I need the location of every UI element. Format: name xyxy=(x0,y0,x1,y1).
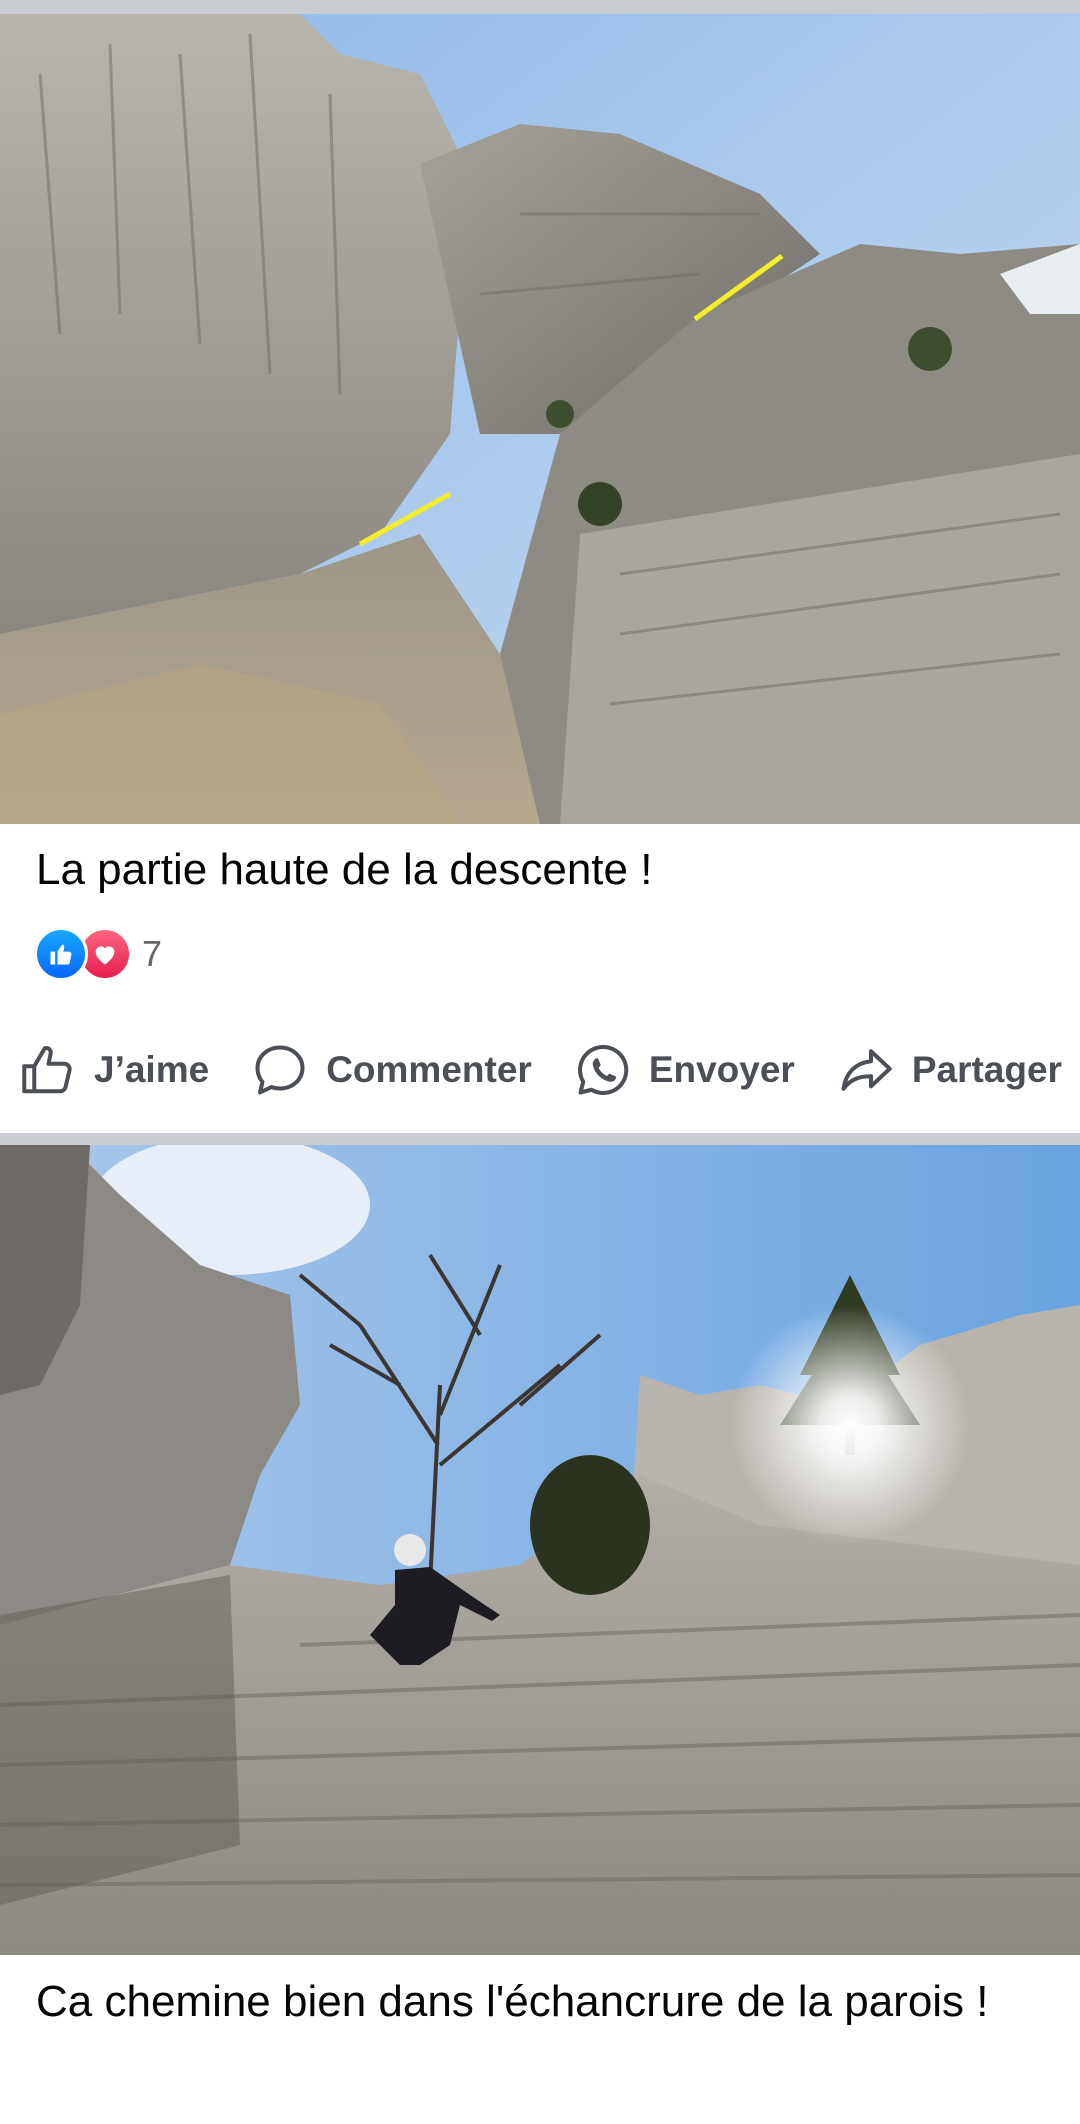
share-button[interactable]: Partager xyxy=(836,1040,1062,1100)
mountain-cliff-image xyxy=(0,14,1080,824)
post-photo-2[interactable] xyxy=(0,1145,1080,1955)
thumbs-up-icon xyxy=(22,1046,72,1094)
send-label: Envoyer xyxy=(648,1049,795,1090)
climber-gully-image xyxy=(0,1145,1080,1955)
post-caption-1: La partie haute de la descente ! xyxy=(36,845,653,894)
post-photo-1[interactable] xyxy=(0,14,1080,824)
send-whatsapp-button[interactable]: Envoyer xyxy=(573,1040,795,1100)
post-actions-bar: J’aime Commenter Envoyer Partager xyxy=(0,1030,1080,1110)
reaction-count: 7 xyxy=(142,933,163,974)
reaction-summary[interactable]: 7 xyxy=(34,927,163,981)
like-icon xyxy=(34,927,88,981)
share-arrow-icon xyxy=(841,1049,892,1091)
share-label: Partager xyxy=(911,1049,1062,1090)
post-caption-2: Ca chemine bien dans l'échancrure de la … xyxy=(36,1977,989,2026)
like-label: J’aime xyxy=(94,1049,210,1090)
feed-divider-top xyxy=(0,0,1080,14)
comment-bubble-icon xyxy=(255,1045,305,1095)
comment-button[interactable]: Commenter xyxy=(250,1040,532,1100)
like-button[interactable]: J’aime xyxy=(18,1040,209,1100)
feed-divider xyxy=(0,1133,1080,1145)
comment-label: Commenter xyxy=(326,1049,532,1090)
whatsapp-icon xyxy=(577,1044,629,1095)
